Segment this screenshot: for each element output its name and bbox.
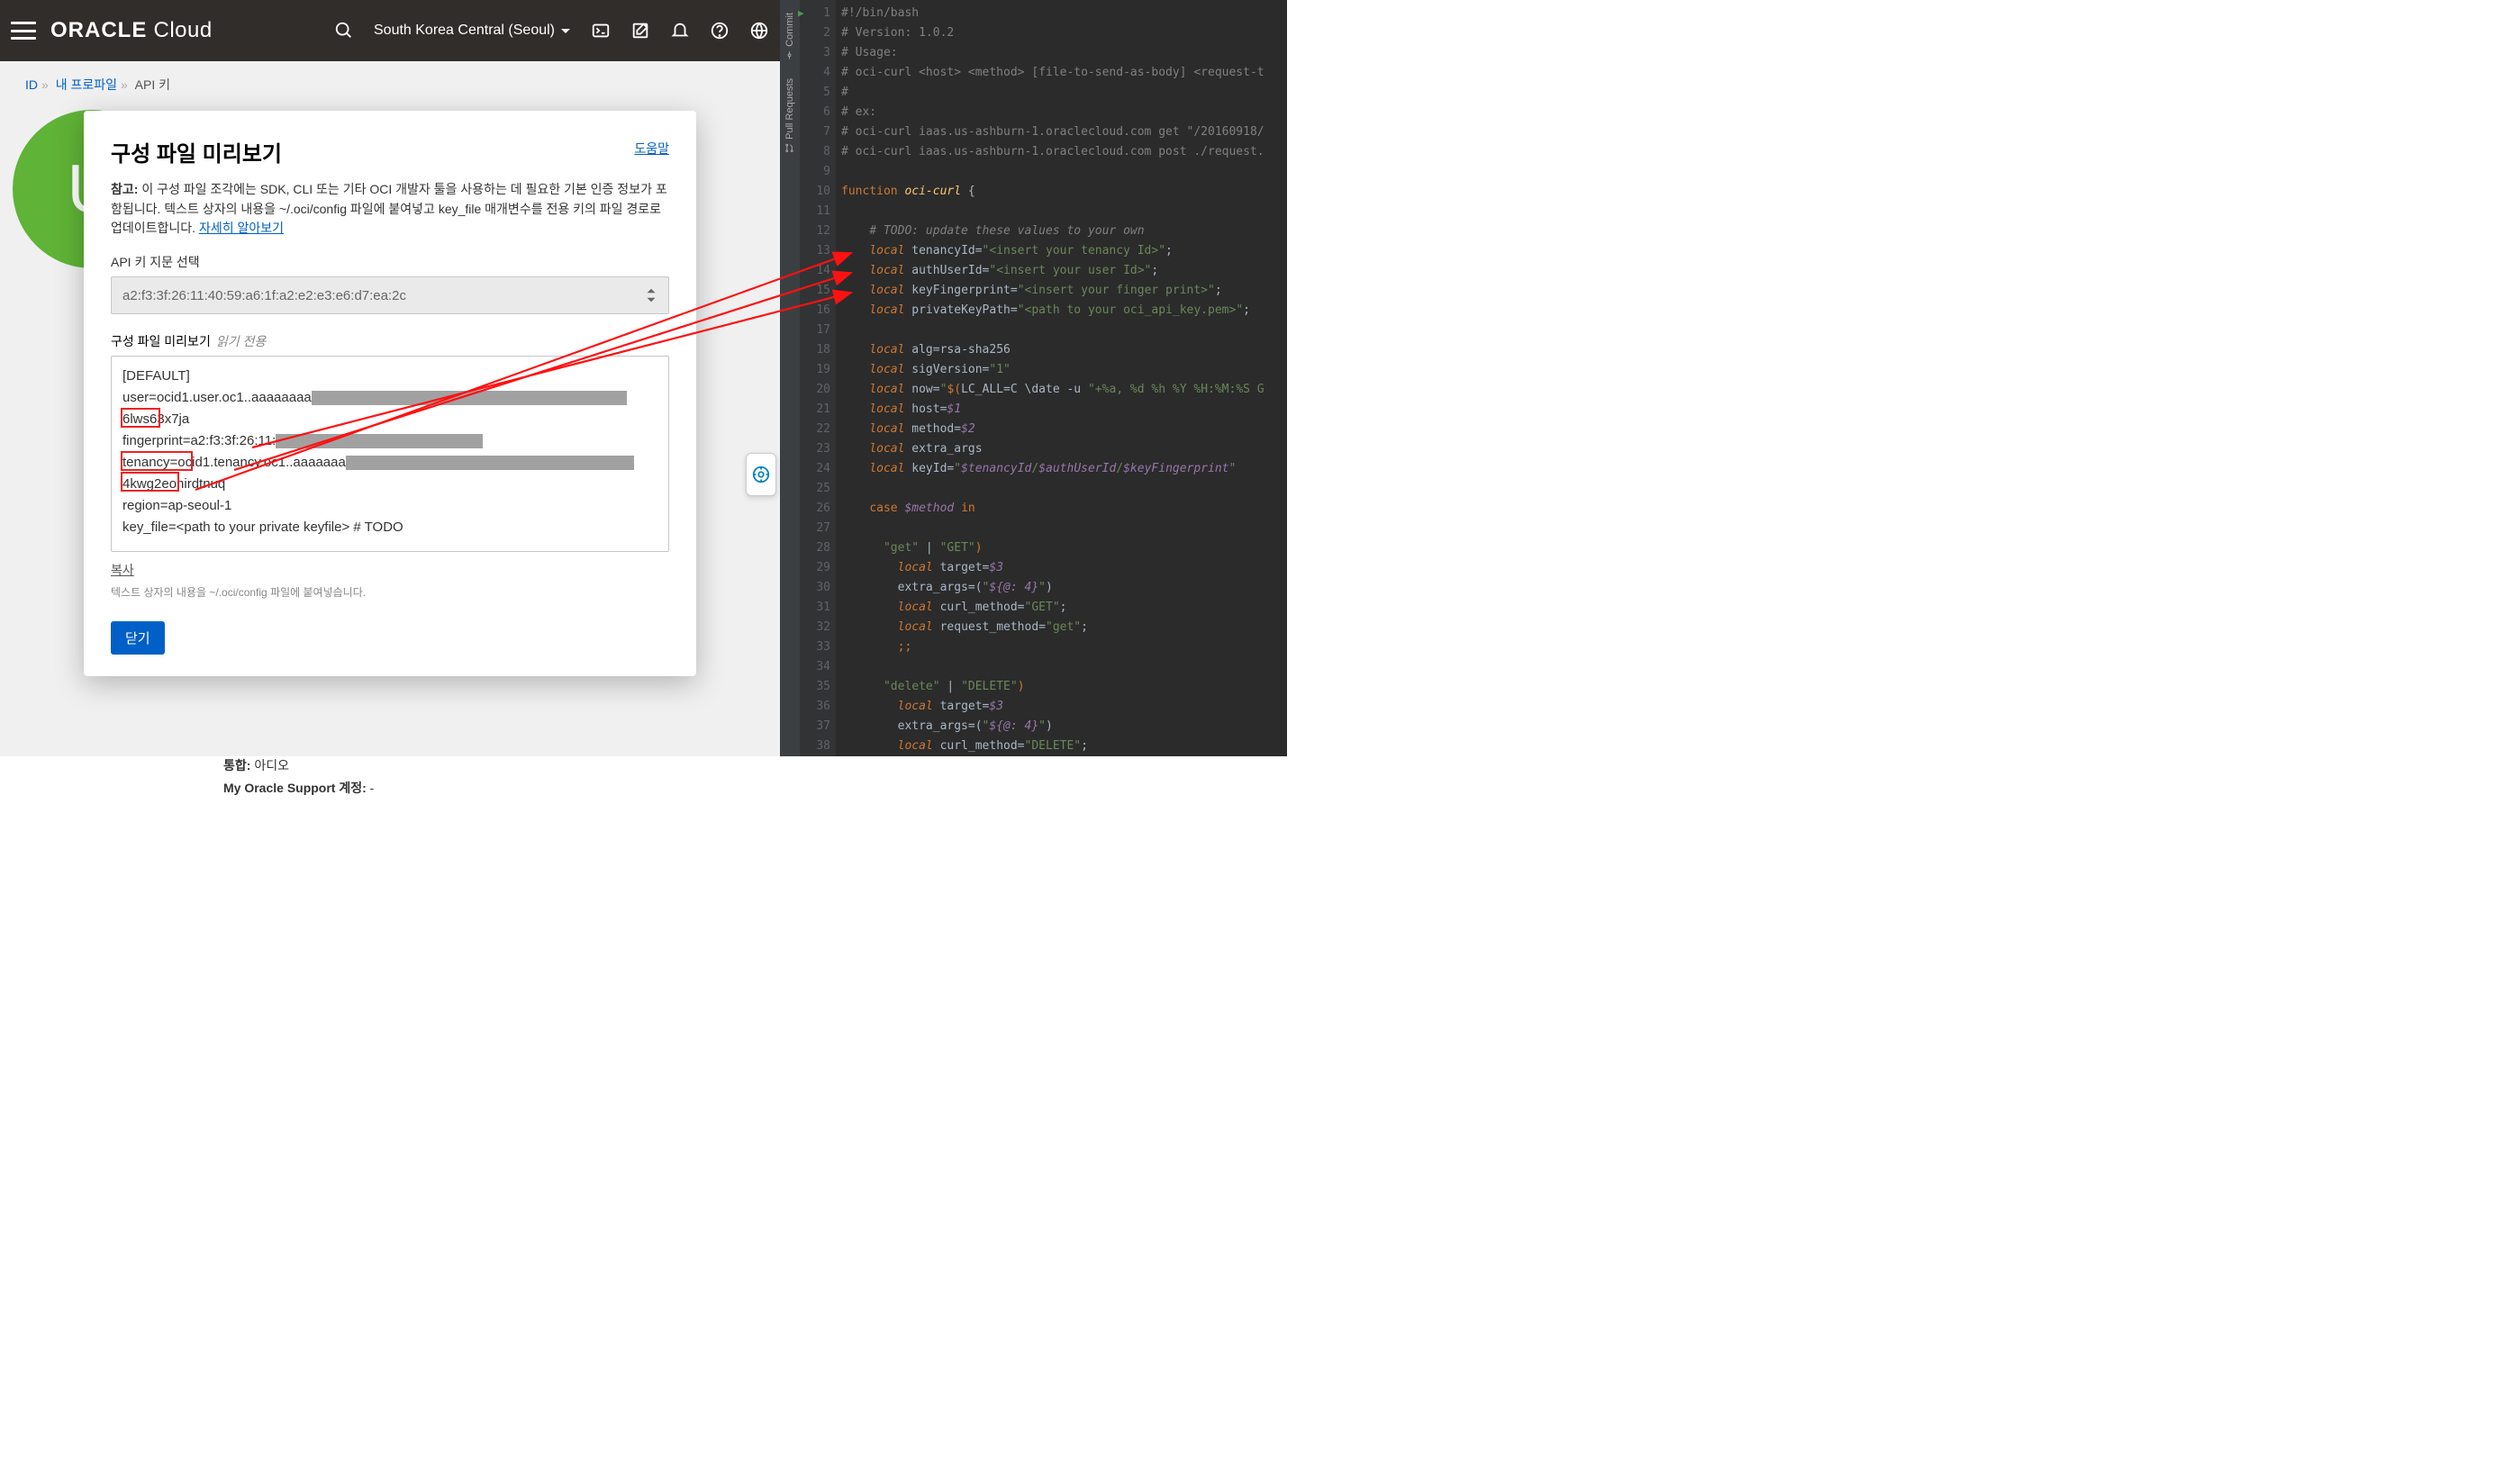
select-arrows-icon [645,287,657,303]
code-editor[interactable]: #!/bin/bash# Version: 1.0.2# Usage:# oci… [836,0,1287,756]
modal-note: 참고: 이 구성 파일 조각에는 SDK, CLI 또는 기타 OCI 개발자 … [111,180,669,239]
help-link[interactable]: 도움말 [634,140,669,158]
fingerprint-select-label: API 키 지문 선택 [111,253,669,271]
menu-icon[interactable] [11,22,36,40]
modal-title: 구성 파일 미리보기 [111,136,669,167]
help-icon[interactable] [710,21,730,41]
pull-request-icon [785,143,795,153]
search-icon[interactable] [334,21,354,41]
commit-icon [785,50,795,60]
bell-icon[interactable] [670,21,690,41]
run-icon[interactable]: ▶ [798,4,804,23]
pull-requests-tab[interactable]: Pull Requests [784,78,795,153]
oracle-header: ORACLE Cloud South Korea Central (Seoul) [0,0,780,61]
edit-icon[interactable] [630,21,650,41]
close-button[interactable]: 닫기 [111,621,165,655]
config-preview-textarea[interactable]: [DEFAULT] user=ocid1.user.oc1..aaaaaaaa … [111,356,669,552]
oracle-cloud-logo: ORACLE Cloud [50,18,213,43]
commit-tab[interactable]: Commit [784,13,795,60]
globe-icon[interactable] [749,21,769,41]
bg-details: 통합: 아디오 My Oracle Support 계정: - [223,755,374,800]
paste-hint: 텍스트 상자의 내용을 ~/.oci/config 파일에 붙여넣습니다. [111,584,669,600]
config-preview-modal: 구성 파일 미리보기 도움말 참고: 이 구성 파일 조각에는 SDK, CLI… [84,111,696,676]
terminal-icon[interactable] [591,21,611,41]
line-number-gutter: ▶ 12345678910111213141516171819202122232… [800,0,836,756]
copy-link[interactable]: 복사 [111,561,134,579]
learn-more-link[interactable]: 자세히 알아보기 [199,221,284,235]
chevron-down-icon [560,25,571,36]
preview-label: 구성 파일 미리보기읽기 전용 [111,332,669,350]
ide-tool-sidebar: Commit Pull Requests [780,0,800,756]
fingerprint-select[interactable]: a2:f3:3f:26:11:40:59:a6:1f:a2:e2:e3:e6:d… [111,276,669,314]
region-selector[interactable]: South Korea Central (Seoul) [374,23,571,39]
